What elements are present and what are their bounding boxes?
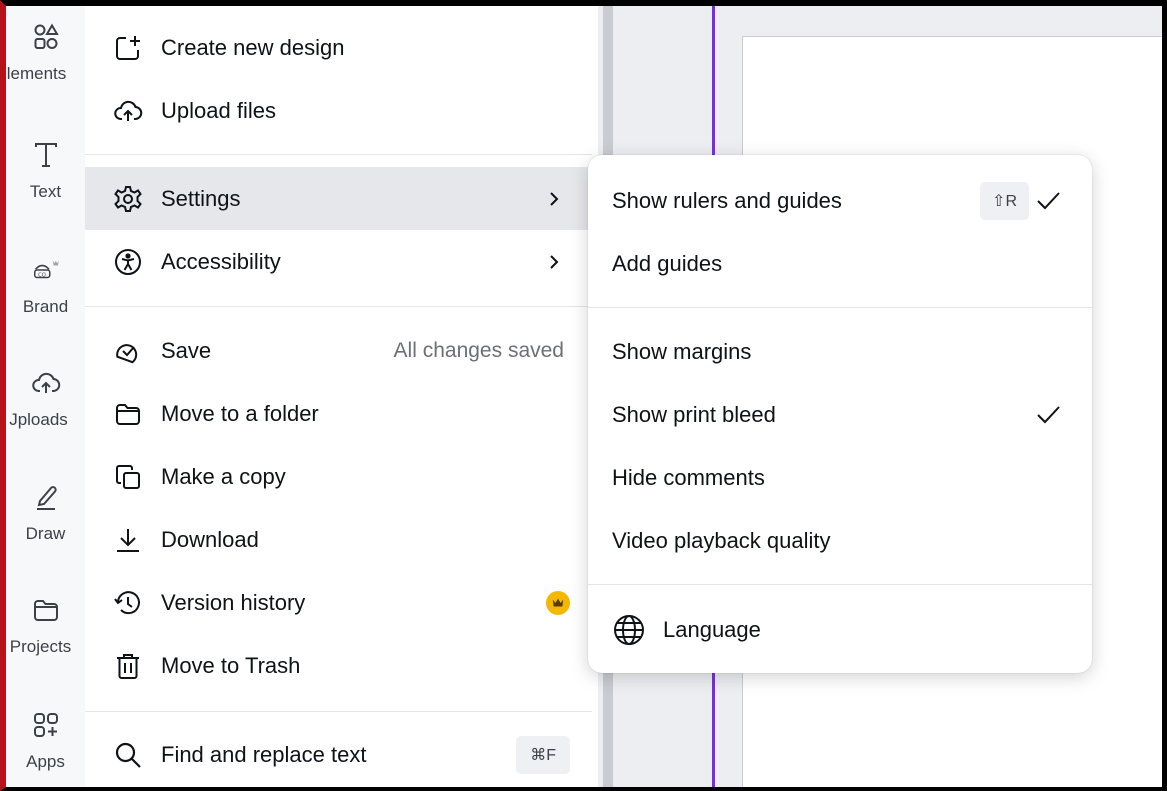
menu-label: Version history <box>161 589 306 615</box>
menu-label: Move to a folder <box>161 400 319 426</box>
premium-crown-icon <box>546 590 570 615</box>
menu-label: Download <box>161 526 259 552</box>
submenu-label: Hide comments <box>612 464 765 490</box>
submenu-label: Show print bleed <box>612 401 776 427</box>
apps-icon <box>33 713 58 737</box>
menu-item-settings[interactable]: Settings <box>85 167 592 230</box>
rail-item-brand[interactable]: CO Brand <box>6 241 85 341</box>
submenu-divider <box>588 584 1092 585</box>
submenu-item-show-rulers[interactable]: Show rulers and guides ⇧R <box>588 169 1092 232</box>
menu-label: Save <box>161 337 212 363</box>
menu-label: Upload files <box>161 97 276 123</box>
globe-icon <box>614 614 644 645</box>
rail-label-draw: Draw <box>25 524 66 543</box>
trash-icon <box>113 651 143 681</box>
download-icon <box>113 525 143 555</box>
brand-icon: CO <box>33 260 59 278</box>
menu-label: Settings <box>161 185 241 211</box>
menu-divider <box>85 154 592 155</box>
submenu-divider <box>588 307 1092 308</box>
menu-divider <box>85 711 592 712</box>
menu-item-find-replace[interactable]: Find and replace text ⌘F <box>85 723 592 786</box>
rail-item-apps[interactable]: Apps <box>6 696 85 787</box>
menu-item-create-new-design[interactable]: Create new design <box>85 16 592 79</box>
folder-icon <box>33 600 58 621</box>
rail-item-uploads[interactable]: Jploads <box>6 354 85 454</box>
submenu-label: Show rulers and guides <box>612 187 842 213</box>
gear-icon <box>113 184 143 214</box>
rail-item-draw[interactable]: Draw <box>6 468 85 568</box>
menu-item-save[interactable]: Save All changes saved <box>85 319 592 382</box>
menu-label: Create new design <box>161 34 345 60</box>
accessibility-icon <box>113 247 143 277</box>
submenu-item-language[interactable]: Language <box>588 598 1092 661</box>
create-design-icon <box>113 33 143 63</box>
upload-cloud-icon <box>113 96 143 126</box>
rulers-shortcut: ⇧R <box>980 181 1029 220</box>
submenu-item-video-quality[interactable]: Video playback quality <box>588 509 1092 572</box>
rail-label-projects: Projects <box>9 637 72 656</box>
menu-label: Find and replace text <box>161 741 367 767</box>
rail-label-text: Text <box>29 182 62 201</box>
copy-icon <box>113 462 143 492</box>
menu-label: Move to Trash <box>161 652 301 678</box>
checkmark-icon <box>1037 191 1060 209</box>
menu-item-upload-files[interactable]: Upload files <box>85 79 592 142</box>
save-check-icon <box>113 336 143 366</box>
elements-icon <box>34 23 59 49</box>
file-menu: Create new design Upload files Settings … <box>85 6 598 787</box>
rail-label-brand: Brand <box>22 297 69 316</box>
menu-label: Accessibility <box>161 248 281 274</box>
folder-icon <box>113 399 143 429</box>
menu-item-move-to-folder[interactable]: Move to a folder <box>85 382 592 445</box>
submenu-item-hide-comments[interactable]: Hide comments <box>588 446 1092 509</box>
rail-item-text[interactable]: Text <box>6 126 85 226</box>
chevron-right-icon <box>550 254 559 269</box>
menu-item-move-to-trash[interactable]: Move to Trash <box>85 634 592 697</box>
app-frame: lements Text CO Brand Jploads Draw Proje… <box>0 0 1167 791</box>
rail-label-uploads: Jploads <box>9 410 68 429</box>
submenu-label: Video playback quality <box>612 527 831 553</box>
submenu-label: Show margins <box>612 338 752 364</box>
submenu-label: Language <box>663 616 761 642</box>
rail-item-projects[interactable]: Projects <box>6 581 85 681</box>
rail-label-elements: lements <box>6 64 67 83</box>
menu-item-make-copy[interactable]: Make a copy <box>85 445 592 508</box>
menu-item-accessibility[interactable]: Accessibility <box>85 230 592 293</box>
settings-submenu: Show rulers and guides ⇧R Add guides Sho… <box>588 155 1092 673</box>
history-icon <box>113 588 143 618</box>
rail-item-elements[interactable]: lements <box>6 14 85 114</box>
submenu-item-show-print-bleed[interactable]: Show print bleed <box>588 383 1092 446</box>
svg-text:CO: CO <box>38 272 46 278</box>
checkmark-icon <box>1037 405 1060 423</box>
submenu-item-show-margins[interactable]: Show margins <box>588 320 1092 383</box>
submenu-label: Add guides <box>612 250 723 276</box>
draw-icon <box>36 486 57 510</box>
save-status: All changes saved <box>393 338 564 362</box>
menu-item-download[interactable]: Download <box>85 508 592 571</box>
upload-cloud-icon <box>31 372 60 393</box>
find-shortcut: ⌘F <box>516 735 570 774</box>
rail-label-apps: Apps <box>26 752 65 771</box>
submenu-item-add-guides[interactable]: Add guides <box>588 232 1092 295</box>
menu-divider <box>85 306 592 307</box>
text-icon <box>34 143 57 167</box>
search-icon <box>113 740 143 770</box>
menu-label: Make a copy <box>161 463 286 489</box>
side-rail: lements Text CO Brand Jploads Draw Proje… <box>6 6 85 787</box>
chevron-right-icon <box>550 191 559 206</box>
menu-item-version-history[interactable]: Version history <box>85 571 592 634</box>
